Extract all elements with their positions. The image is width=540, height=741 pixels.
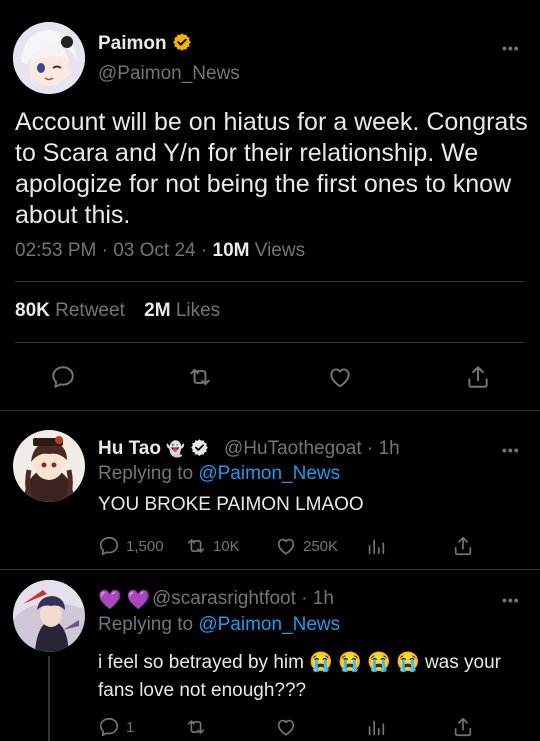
reply-action[interactable]: 1,500 [98,535,164,557]
separator: · [366,438,374,459]
divider [0,410,540,411]
display-name-text[interactable]: Paimon [98,33,167,54]
separator: · [301,588,308,609]
reply-handle[interactable]: @scarasrightfoot [152,588,296,609]
paimon-avatar[interactable] [13,22,85,94]
like-count: 250K [303,537,339,555]
thread-line [48,656,50,741]
divider [15,281,525,282]
like-action[interactable]: 250K [275,535,338,557]
reply-display-name[interactable]: 💜 💜 [98,588,151,612]
hutao-avatar[interactable] [13,430,85,502]
reply-display-name-text[interactable]: Hu Tao [98,438,161,459]
retweet-action[interactable] [185,716,207,738]
retweet-action[interactable]: 10K [185,535,240,557]
reply-age[interactable]: 1h [313,588,334,609]
reply-text-line: i feel so betrayed by him 😭 😭 😭 😭 was yo… [98,652,501,673]
like-action[interactable] [275,716,297,738]
replying-to-link[interactable]: @Paimon_News [198,614,340,635]
tweet-date[interactable]: 03 Oct 24 [113,240,195,261]
retweet-count[interactable]: 80K [15,300,50,321]
handle[interactable]: @Paimon_News [98,63,240,85]
reply-handle[interactable]: @HuTaothegoat [224,438,362,459]
replying-to: Replying to @Paimon_News [98,463,340,485]
reply-text: YOU BROKE PAIMON LMAOO [98,494,364,515]
replying-to-prefix: Replying to [98,614,194,635]
verified-badge-icon [191,439,209,456]
retweet-count: 10K [213,537,240,555]
verified-badge-icon [173,33,191,51]
reply-text-line: fans love not enough??? [98,680,307,701]
retweet-icon [187,720,205,734]
reply-handle-row: @scarasrightfoot · 1h [152,588,334,610]
reply-icon[interactable] [50,364,76,390]
reply-icon [99,717,119,737]
tweet-meta: 02:53 PM · 03 Oct 24 · 10M Views [15,240,305,262]
like-icon[interactable] [327,364,353,390]
retweet-icon[interactable] [187,364,213,390]
reply-action[interactable]: 1 [98,716,134,738]
reply-icon [99,536,119,556]
more-options-icon[interactable]: ••• [502,40,520,56]
tweet-text: Account will be on hiatus for a week. Co… [15,108,528,229]
reply-display-name[interactable]: Hu Tao 👻 [98,438,209,460]
share-action[interactable] [452,716,474,738]
views-label: Views [254,240,306,261]
tweet-time[interactable]: 02:53 PM [15,240,96,261]
reply-age[interactable]: 1h [379,438,400,459]
share-action[interactable] [452,535,474,557]
separator: · [200,240,208,261]
reply-handle-row: @HuTaothegoat · 1h [224,438,400,460]
scara-avatar[interactable] [13,580,85,652]
replying-to: Replying to @Paimon_News [98,614,340,636]
reply-count: 1,500 [126,537,164,555]
analytics-action[interactable] [365,535,387,557]
separator: · [101,240,108,261]
display-name[interactable]: Paimon [98,32,192,55]
retweet-label[interactable]: Retweet [55,300,125,321]
more-options-icon[interactable]: ••• [502,592,520,608]
likes-label[interactable]: Likes [176,300,220,321]
divider [15,342,525,343]
replying-to-link[interactable]: @Paimon_News [198,463,340,484]
analytics-action[interactable] [365,716,387,738]
share-icon[interactable] [465,364,491,390]
divider [0,569,540,570]
retweet-icon [187,539,205,553]
like-icon [277,538,295,555]
share-icon [454,717,472,737]
likes-count[interactable]: 2M [144,300,170,321]
analytics-icon [368,539,385,555]
ghost-emoji: 👻 [166,441,185,458]
reply-count: 1 [126,718,135,736]
engagement-stats: 80K Retweet 2M Likes [15,300,220,322]
more-options-icon[interactable]: ••• [502,442,520,458]
share-icon [454,536,472,556]
analytics-icon [368,720,385,736]
views-count: 10M [212,240,250,261]
replying-to-prefix: Replying to [98,463,194,484]
main-tweet: Paimon @Paimon_News ••• Account will be … [0,0,540,410]
like-icon [277,719,295,736]
